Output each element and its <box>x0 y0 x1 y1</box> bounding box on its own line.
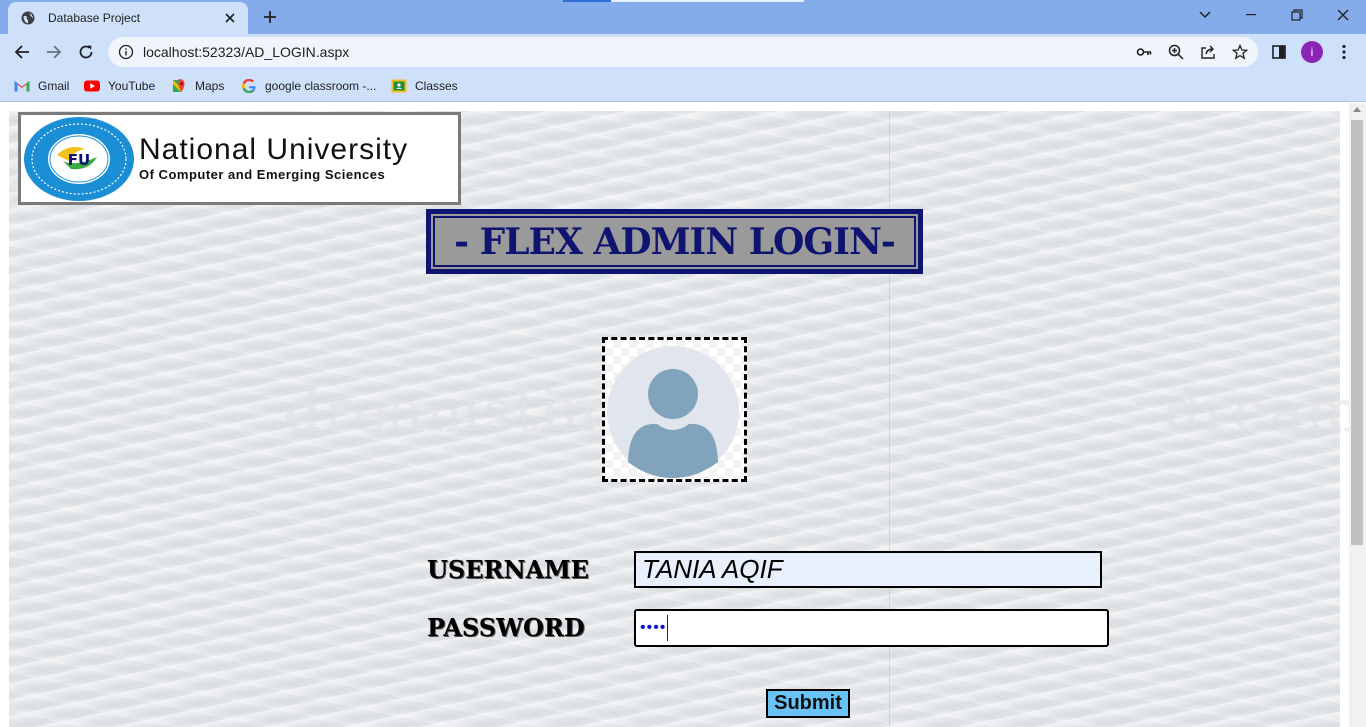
bookmark-youtube[interactable]: YouTube <box>84 77 155 95</box>
seal-text: FU <box>68 151 90 169</box>
username-label: USERNAME <box>427 555 589 584</box>
profile-avatar[interactable]: i <box>1301 41 1323 63</box>
scroll-up-icon[interactable] <box>1353 107 1361 112</box>
close-window-button[interactable] <box>1320 0 1366 30</box>
classroom-icon <box>391 78 407 94</box>
password-mask: •••• <box>640 619 667 636</box>
page-viewport: dreamstime dreamstime FU National Univer… <box>0 103 1366 727</box>
restore-button[interactable] <box>1274 0 1320 30</box>
page-title: - FLEX ADMIN LOGIN- <box>454 220 896 263</box>
watermark-text: dreamstime <box>1164 377 1366 445</box>
page-scrollbar[interactable] <box>1349 103 1366 727</box>
url-text: localhost:52323/AD_LOGIN.aspx <box>143 44 350 60</box>
bookmark-gmail[interactable]: Gmail <box>14 77 69 95</box>
new-tab-button[interactable] <box>259 6 281 28</box>
gmail-icon <box>14 78 30 94</box>
reload-button[interactable] <box>74 40 98 64</box>
submit-button[interactable]: Submit <box>766 689 850 718</box>
scrollbar-thumb[interactable] <box>1351 120 1363 545</box>
university-seal-icon: FU <box>23 115 135 203</box>
password-label: PASSWORD <box>427 613 585 642</box>
page-title-box: - FLEX ADMIN LOGIN- <box>426 209 923 274</box>
tab-title: Database Project <box>48 11 141 25</box>
username-input[interactable]: TANIA AQIF <box>634 551 1102 588</box>
site-info-icon[interactable] <box>118 44 134 60</box>
browser-tabstrip: Database Project <box>0 0 1366 34</box>
bookmark-label: google classroom -... <box>265 79 377 93</box>
key-icon[interactable] <box>1136 44 1152 60</box>
tab-search-button[interactable] <box>1182 0 1228 30</box>
globe-icon <box>20 10 36 26</box>
bookmarks-bar: Gmail YouTube Maps google classroom -...… <box>0 70 1366 102</box>
bookmark-google-classroom[interactable]: google classroom -... <box>241 77 376 95</box>
google-icon <box>241 78 257 94</box>
bookmark-label: Gmail <box>38 79 70 93</box>
tabstrip-accent <box>563 0 611 2</box>
side-panel-icon[interactable] <box>1267 40 1291 64</box>
bookmark-star-icon[interactable] <box>1232 44 1248 60</box>
user-avatar-icon <box>607 346 739 478</box>
username-value: TANIA AQIF <box>642 554 783 584</box>
university-name: National University <box>139 133 409 166</box>
university-logo: FU National University Of Computer and E… <box>18 112 461 205</box>
tabstrip-accent <box>611 0 804 2</box>
university-subtitle: Of Computer and Emerging Sciences <box>139 167 386 182</box>
login-page: dreamstime dreamstime FU National Univer… <box>9 111 1366 727</box>
minimize-button[interactable] <box>1228 0 1274 30</box>
watermark-text: dreamstime <box>284 377 654 445</box>
address-bar[interactable]: localhost:52323/AD_LOGIN.aspx <box>108 37 1258 67</box>
browser-tab[interactable]: Database Project <box>8 2 248 34</box>
browser-toolbar: localhost:52323/AD_LOGIN.aspx i <box>0 34 1366 70</box>
text-caret <box>667 615 669 641</box>
menu-kebab-icon[interactable] <box>1332 40 1356 64</box>
bookmark-maps[interactable]: Maps <box>171 77 224 95</box>
share-icon[interactable] <box>1200 44 1216 60</box>
back-button[interactable] <box>10 40 34 64</box>
maps-icon <box>171 78 187 94</box>
zoom-icon[interactable] <box>1168 44 1184 60</box>
youtube-icon <box>84 78 100 94</box>
logo-text: National University Of Computer and Emer… <box>139 133 409 183</box>
bookmark-label: Classes <box>415 79 458 93</box>
bookmark-classes[interactable]: Classes <box>391 77 458 95</box>
avatar-frame <box>602 337 747 482</box>
close-tab-icon[interactable] <box>222 10 238 26</box>
bookmark-label: Maps <box>195 79 225 93</box>
password-input[interactable]: •••• <box>634 609 1109 647</box>
bookmark-label: YouTube <box>108 79 156 93</box>
forward-button[interactable] <box>42 40 66 64</box>
